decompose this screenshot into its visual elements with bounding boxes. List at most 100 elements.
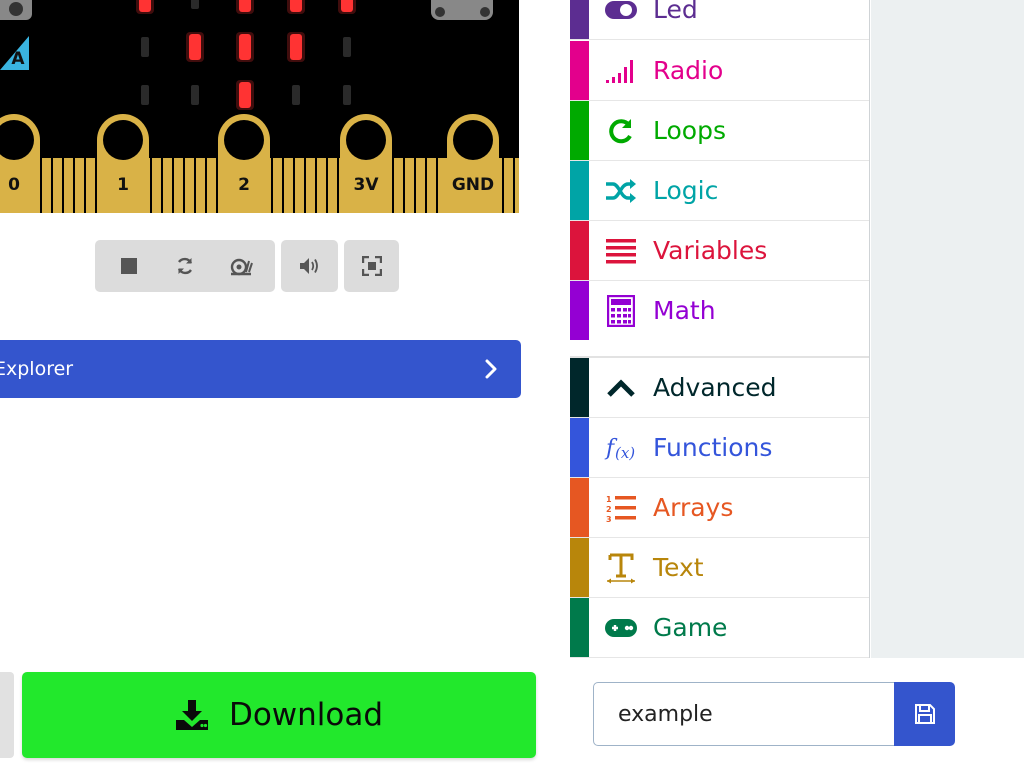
led-on <box>239 82 251 108</box>
save-button[interactable] <box>894 682 955 746</box>
led-on <box>189 34 201 60</box>
blocks-workspace[interactable] <box>871 0 1024 658</box>
more-button[interactable] <box>0 672 14 758</box>
button-a-label: A <box>11 49 25 69</box>
edge-tooth <box>414 158 416 213</box>
edge-tooth <box>84 158 86 213</box>
fullscreen-button[interactable] <box>344 240 399 292</box>
edge-tooth <box>150 158 152 213</box>
led-on <box>341 0 353 12</box>
toolbox-category-game[interactable]: Game <box>570 598 869 658</box>
loop-icon <box>589 117 653 145</box>
led-off <box>343 85 351 105</box>
category-color-stripe <box>570 281 589 340</box>
edge-tooth <box>513 158 515 213</box>
toolbox-category-loops[interactable]: Loops <box>570 101 869 161</box>
edge-tooth <box>326 158 328 213</box>
edge-tooth <box>161 158 163 213</box>
slow-mode-button[interactable] <box>213 240 269 292</box>
calculator-icon <box>589 294 653 327</box>
pin-hole <box>224 120 264 160</box>
svg-text:(x): (x) <box>615 444 635 462</box>
edge-tooth <box>392 158 394 213</box>
toolbox-category-label: Advanced <box>653 373 777 402</box>
pin-label: 2 <box>238 175 250 195</box>
led-off <box>141 85 149 105</box>
toolbox-category-label: Led <box>653 0 698 24</box>
led-on <box>139 0 151 12</box>
numbered-list-icon: 1 2 3 <box>589 493 653 523</box>
toolbox-category-variables[interactable]: Variables <box>570 221 869 281</box>
edge-tooth <box>315 158 317 213</box>
edge-tooth <box>183 158 185 213</box>
signal-icon <box>589 58 653 84</box>
category-color-stripe <box>570 418 589 477</box>
microbit-simulator[interactable]: 0 1 2 3V GND A <box>0 0 530 225</box>
chevron-up-icon <box>589 378 653 398</box>
toolbox-category-label: Text <box>653 553 704 582</box>
edge-tooth <box>205 158 207 213</box>
button-b-screw <box>480 7 490 17</box>
edge-tooth <box>73 158 75 213</box>
edge-tooth <box>425 158 427 213</box>
toolbox-category-arrays[interactable]: 1 2 3 Arrays <box>570 478 869 538</box>
edge-tooth <box>95 158 97 213</box>
toolbox-category-advanced[interactable]: Advanced <box>570 358 869 418</box>
volume-icon <box>299 258 318 274</box>
gamepad-icon <box>589 617 653 639</box>
pin-hole <box>103 120 143 160</box>
edge-tooth <box>282 158 284 213</box>
toolbox-category-label: Arrays <box>653 493 734 522</box>
function-icon: f (x) <box>589 433 653 463</box>
category-color-stripe <box>570 358 589 417</box>
pin-label: GND <box>452 175 494 195</box>
led-off <box>191 85 199 105</box>
svg-text:2: 2 <box>606 505 612 514</box>
makecode-editor: 0 1 2 3V GND A Explorer Led Radio Loops … <box>0 0 1024 768</box>
edge-tooth <box>216 158 218 213</box>
chevron-right-icon <box>485 359 497 379</box>
toolbox-category-led[interactable]: Led <box>570 0 869 40</box>
toolbox-category-math[interactable]: Math <box>570 281 869 341</box>
download-button[interactable]: Download <box>22 672 536 758</box>
toolbox-category-label: Game <box>653 613 728 642</box>
project-name-input[interactable] <box>593 682 895 746</box>
toolbox-category-logic[interactable]: Logic <box>570 161 869 221</box>
category-color-stripe <box>570 161 589 220</box>
stop-icon <box>121 258 137 274</box>
pin-label: 0 <box>8 175 20 195</box>
mute-button[interactable] <box>281 240 338 292</box>
category-color-stripe <box>570 598 589 657</box>
led-on <box>239 34 251 60</box>
simulator-controls-group <box>95 240 275 292</box>
edge-tooth <box>51 158 53 213</box>
fullscreen-icon <box>361 256 382 276</box>
download-label: Download <box>228 697 384 733</box>
toolbox-category-text[interactable]: Text <box>570 538 869 598</box>
restart-button[interactable] <box>157 240 213 292</box>
category-color-stripe <box>570 101 589 160</box>
explorer-label: Explorer <box>0 358 74 380</box>
led-off <box>292 85 300 105</box>
pin-label: 3V <box>354 175 380 195</box>
snail-icon <box>230 258 253 276</box>
toolbox-category-label: Variables <box>653 236 768 265</box>
toolbox-category-label: Math <box>653 296 716 325</box>
text-icon <box>589 552 653 584</box>
pin-hole <box>453 120 493 160</box>
svg-text:3: 3 <box>606 515 612 523</box>
led-on <box>239 0 251 12</box>
led-on <box>290 0 302 12</box>
stop-button[interactable] <box>101 240 157 292</box>
toolbox-category-label: Functions <box>653 433 773 462</box>
toggle-icon <box>589 0 653 21</box>
toolbox-category-radio[interactable]: Radio <box>570 41 869 101</box>
list-bars-icon <box>589 238 653 264</box>
category-color-stripe <box>570 538 589 597</box>
edge-tooth <box>403 158 405 213</box>
shuffle-icon <box>589 178 653 204</box>
explorer-bar[interactable]: Explorer <box>0 340 521 398</box>
edge-tooth <box>436 158 438 213</box>
button-a-screw <box>9 2 23 16</box>
toolbox-category-functions[interactable]: f (x) Functions <box>570 418 869 478</box>
